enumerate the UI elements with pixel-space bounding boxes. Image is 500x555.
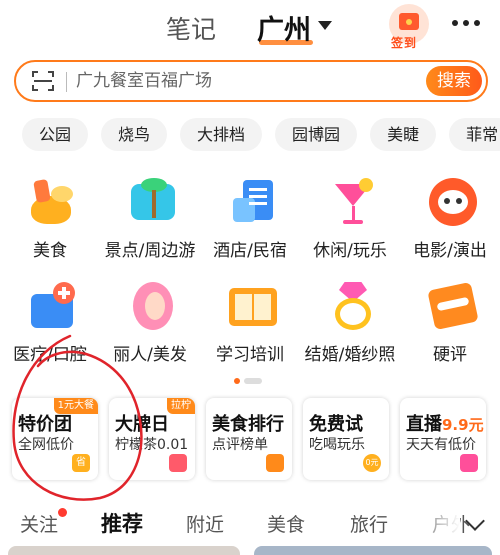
promo-title: 美食排行	[212, 414, 284, 435]
search-input[interactable]	[76, 66, 406, 96]
promo-title: 直播9.9元	[406, 410, 484, 436]
feed-tab-food[interactable]: 美食	[267, 510, 305, 537]
category-label: 景点/周边游	[104, 241, 196, 261]
hot-search-chips: 公园 烧鸟 大排档 园博园 美睫 菲常	[22, 118, 500, 152]
feed-tab-recommend[interactable]: 推荐	[101, 508, 143, 538]
cocktail-icon	[327, 176, 379, 228]
category-label: 学习培训	[216, 345, 284, 365]
chip-food-stall[interactable]: 大排档	[180, 118, 263, 151]
food-icon	[27, 176, 79, 228]
arrow-up-icon	[266, 454, 284, 472]
scan-icon[interactable]	[32, 71, 54, 91]
caret-down-icon[interactable]	[318, 21, 332, 30]
chevron-down-icon[interactable]	[462, 512, 488, 536]
feed-card-image[interactable]	[8, 546, 240, 555]
category-leisure[interactable]: 休闲/玩乐	[300, 170, 400, 270]
hotel-icon	[227, 176, 279, 228]
category-label: 结婚/婚纱照	[304, 345, 396, 365]
category-hotel[interactable]: 酒店/民宿	[200, 170, 300, 270]
feed-tab-follow[interactable]: 关注	[20, 510, 58, 537]
scenic-icon	[127, 176, 179, 228]
search-bar: 搜索	[14, 60, 488, 102]
category-label: 硬评	[433, 345, 467, 365]
signin-label: 签到	[391, 36, 418, 50]
promo-subtitle: 点评榜单	[212, 437, 268, 453]
book-icon	[227, 280, 279, 332]
category-label: 酒店/民宿	[213, 241, 287, 261]
category-movie[interactable]: 电影/演出	[400, 170, 500, 270]
ring-icon	[327, 280, 379, 332]
promo-card-ranking[interactable]: 美食排行 点评榜单	[206, 398, 292, 480]
chip-park[interactable]: 公园	[22, 118, 89, 151]
category-study[interactable]: 学习培训	[200, 274, 300, 374]
promo-subtitle: 天天有低价	[406, 437, 476, 453]
chip-garden-expo[interactable]: 园博园	[275, 118, 358, 151]
search-button[interactable]: 搜索	[426, 66, 482, 96]
red-annotation-circle	[12, 334, 143, 501]
notification-dot	[58, 508, 67, 517]
red-envelope-icon	[399, 13, 419, 30]
promo-title: 免费试	[309, 414, 363, 435]
promo-card-free-trial[interactable]: 免费试 吃喝玩乐 0元	[303, 398, 389, 480]
review-icon	[427, 280, 479, 332]
beauty-icon	[127, 280, 179, 332]
page-dot-inactive	[244, 378, 262, 384]
gift-icon	[169, 454, 187, 472]
signin-button[interactable]: 签到	[387, 4, 431, 52]
category-scenic[interactable]: 景点/周边游	[100, 170, 200, 270]
tab-fade-overlay	[410, 508, 460, 540]
promo-title-accent: 9.9元	[442, 416, 484, 434]
tab-notes[interactable]: 笔记	[166, 10, 216, 46]
chip-lashes[interactable]: 美睫	[370, 118, 437, 151]
feed-tab-travel[interactable]: 旅行	[350, 510, 388, 537]
page-dot-active	[234, 378, 240, 384]
promo-tag: 拉柠	[167, 398, 195, 414]
feed-tab-nearby[interactable]: 附近	[186, 510, 224, 537]
bar-chart-icon	[460, 454, 478, 472]
category-food[interactable]: 美食	[0, 170, 100, 270]
page-indicator	[234, 378, 266, 384]
category-label: 电影/演出	[413, 241, 487, 261]
category-label: 休闲/玩乐	[313, 241, 387, 261]
feed-card-image[interactable]	[254, 546, 492, 555]
category-wedding[interactable]: 结婚/婚纱照	[300, 274, 400, 374]
city-selector[interactable]: 广州	[257, 8, 311, 47]
medical-icon	[27, 280, 79, 332]
category-review[interactable]: 硬评	[400, 274, 500, 374]
chip-yakitori[interactable]: 烧鸟	[101, 118, 168, 151]
more-options-icon[interactable]	[452, 18, 480, 28]
search-divider	[66, 72, 67, 92]
movie-icon	[427, 176, 479, 228]
feed-tabs: 关注 推荐 附近 美食 旅行 户外	[0, 508, 500, 542]
promo-title-main: 直播	[406, 414, 442, 435]
chip-partial[interactable]: 菲常	[449, 118, 500, 151]
zero-yuan-badge-icon: 0元	[363, 454, 381, 472]
promo-card-live[interactable]: 直播9.9元 天天有低价	[400, 398, 486, 480]
promo-subtitle: 吃喝玩乐	[309, 437, 365, 453]
top-bar: 笔记 广州 签到	[0, 0, 500, 56]
